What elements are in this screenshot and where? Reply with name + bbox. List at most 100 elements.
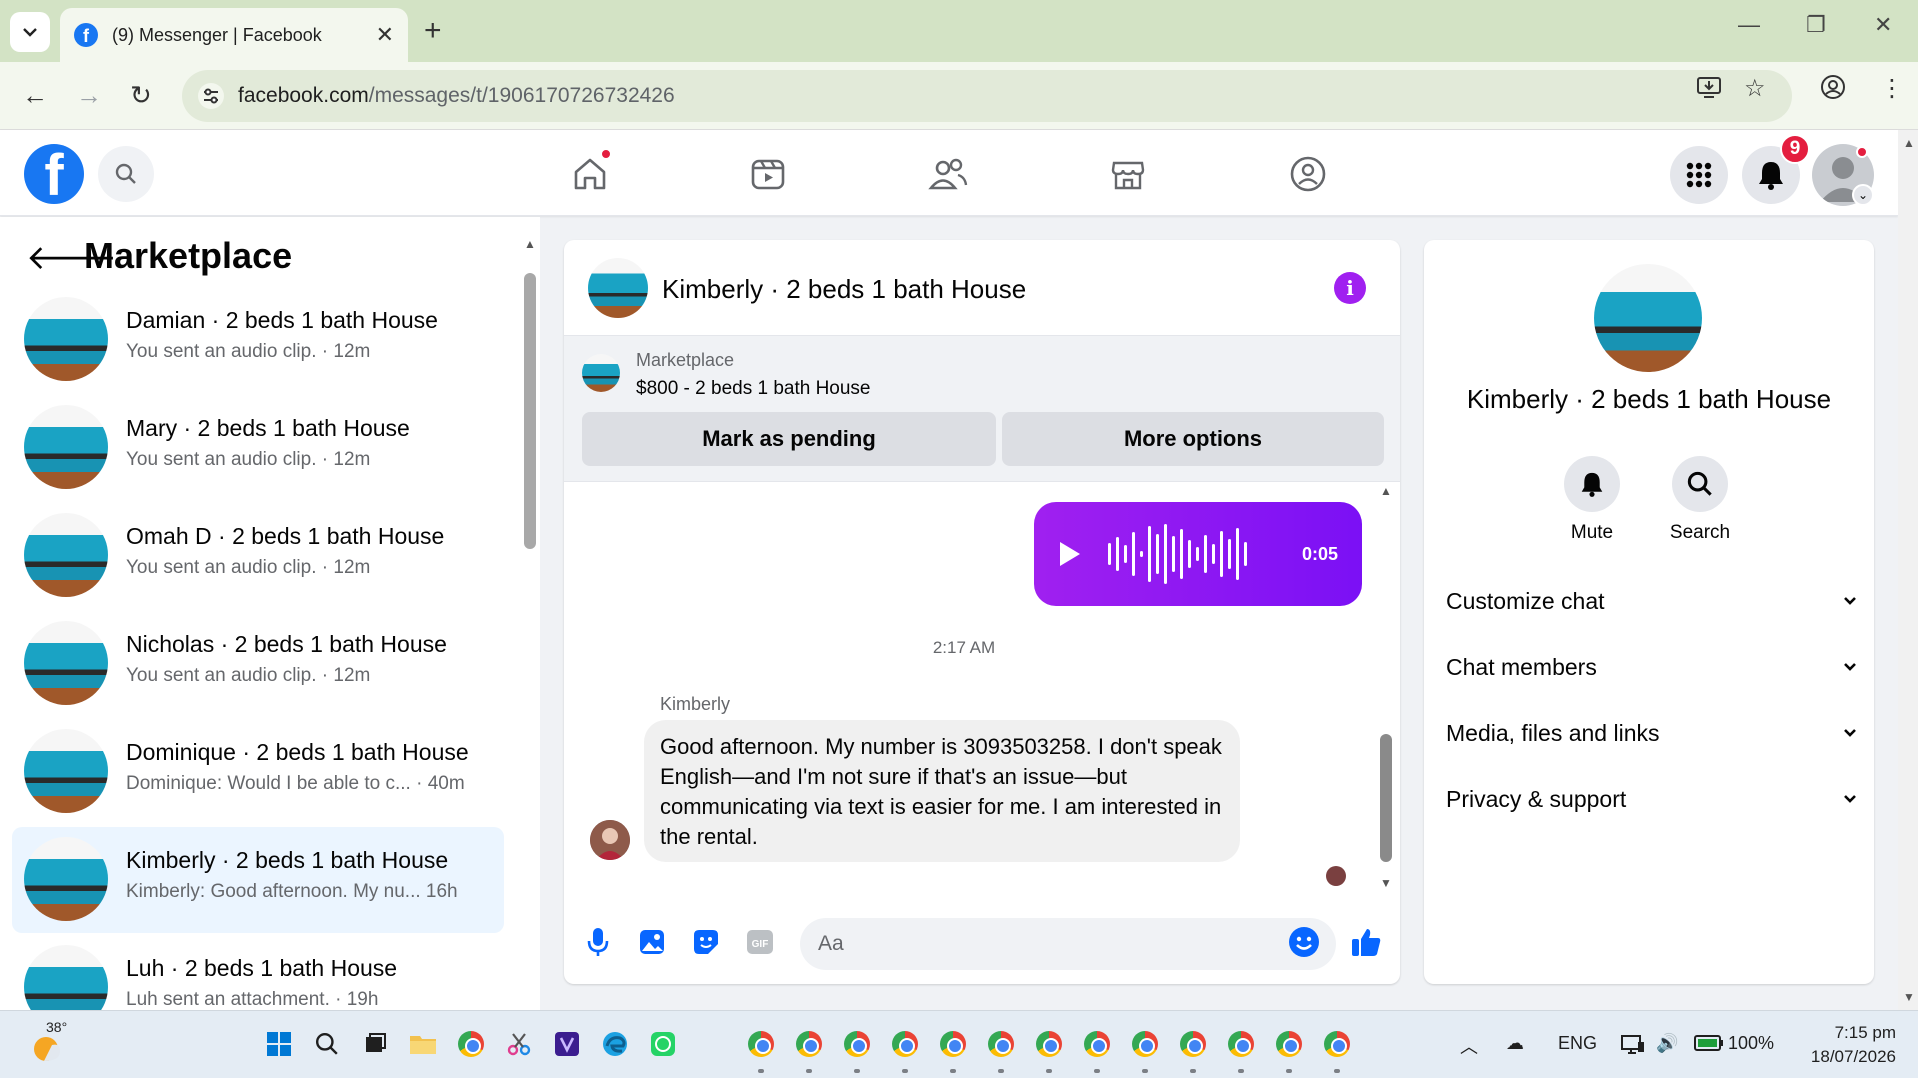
sidebar-title: Marketplace: [84, 235, 293, 276]
weather-sun-icon: [34, 1037, 60, 1061]
running-indicator: [950, 1069, 956, 1073]
mark-as-pending-button[interactable]: Mark as pending: [582, 412, 996, 466]
tab-close-icon[interactable]: ✕: [376, 22, 394, 48]
whatsapp-taskbar-button[interactable]: [648, 1029, 678, 1059]
chrome-window-button[interactable]: [1082, 1029, 1112, 1059]
reload-icon[interactable]: ↻: [130, 80, 152, 110]
listing-price-title[interactable]: $800 - 2 beds 1 bath House: [636, 378, 871, 400]
sticker-icon[interactable]: [690, 926, 722, 958]
minimize-icon[interactable]: —: [1738, 12, 1760, 38]
profile-icon[interactable]: [1820, 74, 1846, 107]
home-tab[interactable]: [568, 148, 612, 196]
chrome-window-button[interactable]: [938, 1029, 968, 1059]
info-section-item[interactable]: Customize chat: [1446, 576, 1858, 626]
account-caret-icon[interactable]: ⌄: [1852, 184, 1874, 206]
install-app-icon[interactable]: [1696, 74, 1722, 107]
chrome-window-button[interactable]: [746, 1029, 776, 1059]
conversation-item[interactable]: Kimberly · 2 beds 1 bath House Kimberly: …: [12, 827, 504, 933]
info-section-item[interactable]: Chat members: [1446, 642, 1858, 692]
tab-search-button[interactable]: [10, 12, 50, 52]
app-taskbar-button[interactable]: [552, 1029, 582, 1059]
mute-button[interactable]: Mute: [1552, 456, 1632, 544]
new-tab-button[interactable]: +: [424, 14, 442, 48]
conversation-item[interactable]: Omah D · 2 beds 1 bath House You sent an …: [12, 503, 504, 609]
info-section-item[interactable]: Media, files and links: [1446, 708, 1858, 758]
chat-scrollbar[interactable]: ▲ ▼: [1376, 484, 1396, 894]
groups-tab[interactable]: [1286, 152, 1330, 196]
facebook-search-button[interactable]: [98, 146, 154, 202]
menu-button[interactable]: [1670, 146, 1728, 204]
file-explorer-button[interactable]: [408, 1029, 438, 1059]
edge-taskbar-button[interactable]: [600, 1029, 630, 1059]
home-icon: [574, 158, 606, 190]
apps-grid-icon: [1686, 162, 1712, 188]
emoji-icon[interactable]: [1288, 926, 1320, 958]
weather-widget[interactable]: 38°: [30, 1019, 67, 1063]
network-icon[interactable]: [1620, 1033, 1646, 1062]
chrome-window-button[interactable]: [1226, 1029, 1256, 1059]
chat-avatar[interactable]: [588, 258, 648, 318]
marketplace-tab[interactable]: [1106, 152, 1150, 196]
chrome-window-button[interactable]: [1034, 1029, 1064, 1059]
snipping-tool-button[interactable]: [504, 1029, 534, 1059]
play-icon[interactable]: [1060, 542, 1080, 566]
chrome-taskbar-button[interactable]: [456, 1029, 486, 1059]
browser-menu-icon[interactable]: ⋮: [1880, 74, 1904, 103]
chrome-window-button[interactable]: [842, 1029, 872, 1059]
conversation-item[interactable]: Damian · 2 beds 1 bath House You sent an …: [12, 287, 504, 393]
friends-tab[interactable]: [926, 152, 970, 196]
back-icon[interactable]: ←: [22, 80, 48, 110]
chrome-window-button[interactable]: [1130, 1029, 1160, 1059]
video-tab[interactable]: [746, 152, 790, 196]
like-thumbs-up-icon[interactable]: [1350, 926, 1382, 958]
page-scrollbar[interactable]: ▲ ▼: [1898, 130, 1918, 1010]
address-bar[interactable]: facebook.com/messages/t/1906170726732426: [182, 70, 1792, 122]
conversation-item[interactable]: Mary · 2 beds 1 bath House You sent an au…: [12, 395, 504, 501]
info-avatar[interactable]: [1594, 264, 1702, 372]
language-indicator[interactable]: ENG: [1558, 1033, 1597, 1054]
conversation-item[interactable]: Nicholas · 2 beds 1 bath House You sent a…: [12, 611, 504, 717]
start-button[interactable]: [264, 1029, 294, 1059]
conversation-item[interactable]: Dominique · 2 beds 1 bath House Dominique…: [12, 719, 504, 825]
sender-avatar[interactable]: [590, 820, 630, 860]
chrome-window-button[interactable]: [1274, 1029, 1304, 1059]
clock[interactable]: 7:15 pm 18/07/2026: [1796, 1021, 1896, 1069]
listing-thumbnail[interactable]: [582, 354, 620, 392]
info-section-item[interactable]: Privacy & support: [1446, 774, 1858, 824]
forward-icon[interactable]: →: [76, 80, 102, 110]
sidebar-scrollbar[interactable]: ▲ ▼: [520, 237, 540, 1010]
volume-icon[interactable]: 🔊: [1656, 1033, 1678, 1054]
chat-title[interactable]: Kimberly · 2 beds 1 bath House: [662, 274, 1026, 305]
windows-logo-icon: [267, 1032, 291, 1056]
conversation-thumbnail: [24, 621, 108, 705]
gif-icon[interactable]: GIF: [744, 926, 776, 958]
restore-icon[interactable]: ❐: [1806, 12, 1826, 38]
battery-icon[interactable]: [1694, 1033, 1724, 1058]
chrome-window-button[interactable]: [890, 1029, 920, 1059]
message-bubble[interactable]: Good afternoon. My number is 3093503258.…: [644, 720, 1240, 862]
onedrive-cloud-icon[interactable]: ☁: [1506, 1033, 1524, 1054]
waveform-bar: [1156, 534, 1159, 574]
photo-icon[interactable]: [636, 926, 668, 958]
task-view-button[interactable]: [360, 1029, 390, 1059]
facebook-logo-icon[interactable]: f: [24, 144, 84, 204]
microphone-icon[interactable]: [582, 926, 614, 958]
site-settings-icon[interactable]: [198, 83, 224, 109]
audio-clip-message[interactable]: 0:05: [1034, 502, 1362, 606]
chrome-window-button[interactable]: [1178, 1029, 1208, 1059]
sidebar-scroll-thumb[interactable]: [524, 273, 536, 549]
chrome-window-button[interactable]: [794, 1029, 824, 1059]
message-input[interactable]: [800, 918, 1336, 970]
conversation-item[interactable]: Luh · 2 beds 1 bath House Luh sent an att…: [12, 935, 504, 1010]
tray-overflow-icon[interactable]: ︿: [1460, 1033, 1478, 1059]
more-options-button[interactable]: More options: [1002, 412, 1384, 466]
chrome-window-button[interactable]: [1322, 1029, 1352, 1059]
chat-scroll-thumb[interactable]: [1380, 734, 1392, 862]
bookmark-star-icon[interactable]: ☆: [1744, 74, 1766, 103]
info-icon[interactable]: i: [1334, 272, 1366, 304]
close-window-icon[interactable]: ✕: [1874, 12, 1892, 38]
browser-tab[interactable]: f (9) Messenger | Facebook ✕: [60, 8, 408, 62]
taskbar-search-button[interactable]: [312, 1029, 342, 1059]
search-in-conversation-button[interactable]: Search: [1660, 456, 1740, 544]
chrome-window-button[interactable]: [986, 1029, 1016, 1059]
